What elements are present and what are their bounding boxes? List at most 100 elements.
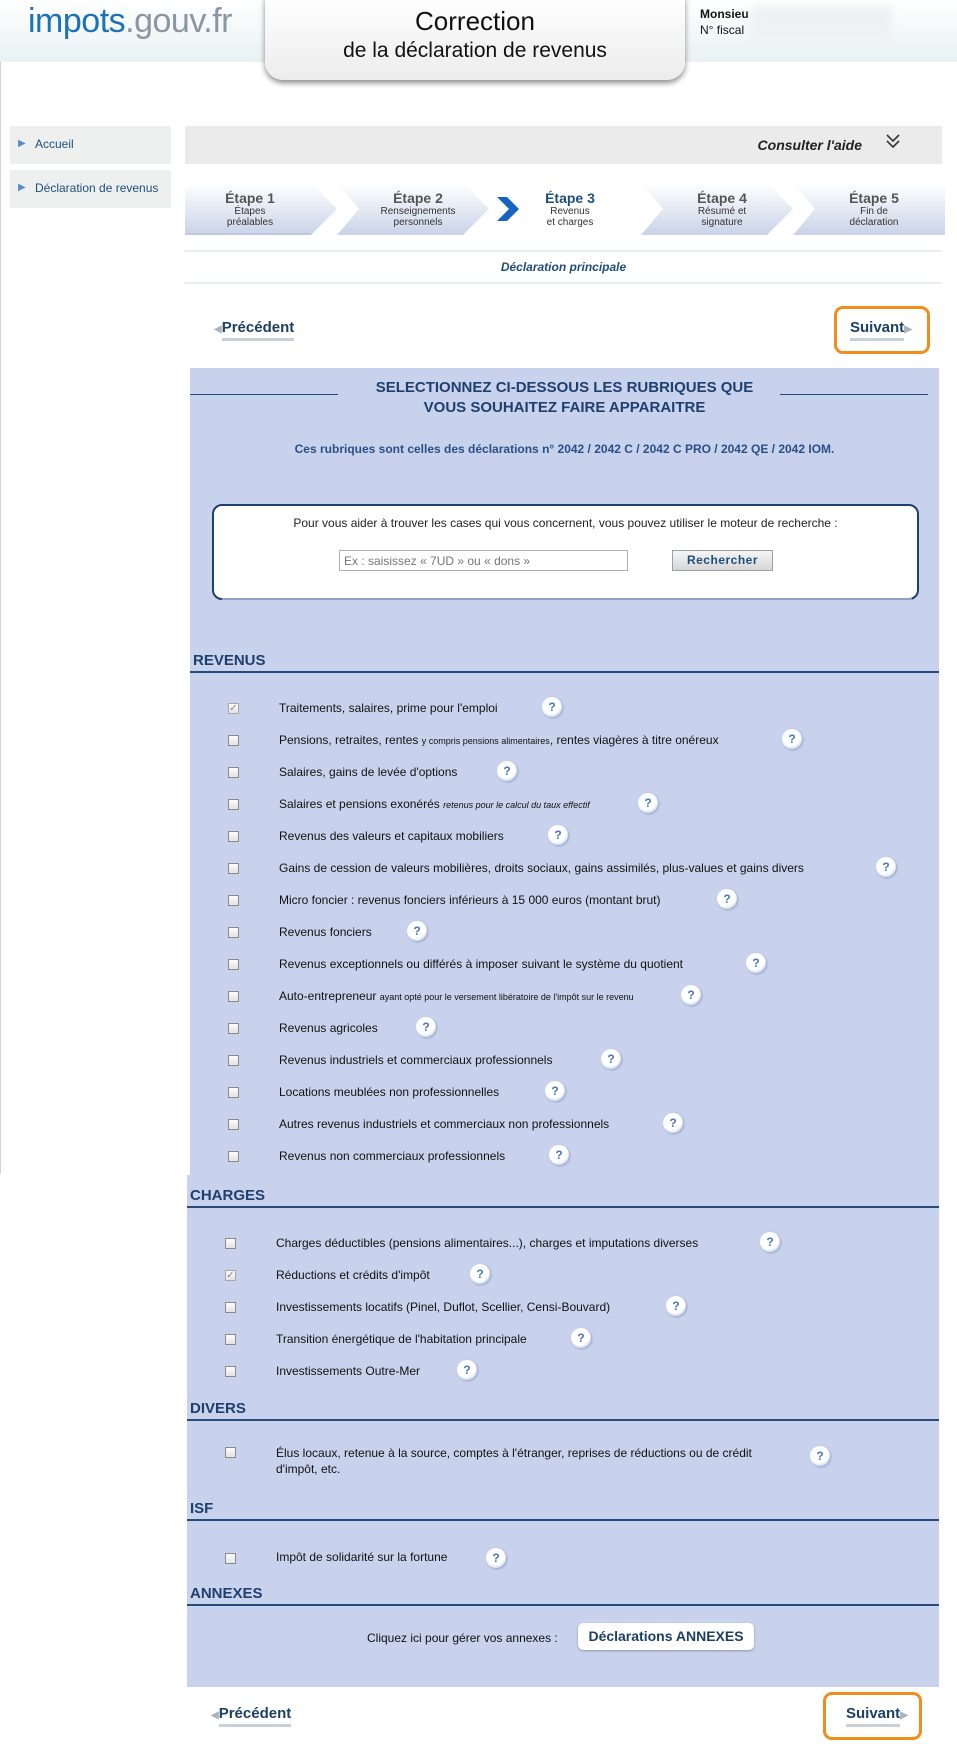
- rubriques-panel-lower: [187, 1175, 939, 1687]
- help-icon[interactable]: ?: [666, 1296, 686, 1316]
- help-icon[interactable]: ?: [497, 761, 517, 781]
- help-icon[interactable]: ?: [746, 953, 766, 973]
- option-checkbox[interactable]: [228, 1055, 239, 1066]
- step-label: préalables: [226, 217, 274, 228]
- option-checkbox[interactable]: [228, 991, 239, 1002]
- step-2: Étape 2 Renseignements personnels: [337, 183, 489, 235]
- help-icon[interactable]: ?: [549, 1145, 569, 1165]
- help-link[interactable]: Consulter l'aide: [758, 137, 862, 153]
- checkbox-divers-0[interactable]: [225, 1447, 236, 1458]
- option-label-text: Gains de cession de valeurs mobilières, …: [279, 861, 804, 875]
- help-icon[interactable]: ?: [876, 857, 896, 877]
- option-checkbox[interactable]: ✓: [225, 1270, 236, 1281]
- help-icon[interactable]: ?: [601, 1049, 621, 1069]
- option-label-text: Revenus industriels et commerciaux profe…: [279, 1053, 553, 1067]
- option-label-text: Autres revenus industriels et commerciau…: [279, 1117, 610, 1131]
- step-label: Étapes: [234, 206, 266, 217]
- option-checkbox[interactable]: [228, 767, 239, 778]
- checkbox-isf-0[interactable]: [225, 1553, 236, 1564]
- option-checkbox[interactable]: [228, 1087, 239, 1098]
- option-label-text: Revenus exceptionnels ou différés à impo…: [279, 957, 684, 971]
- sidebar-item-accueil[interactable]: ▶ Accueil: [10, 126, 171, 164]
- option-checkbox[interactable]: [228, 735, 239, 746]
- search-box: Pour vous aider à trouver les cases qui …: [212, 504, 919, 600]
- option-label-line: Élus locaux, retenue à la source, compte…: [276, 1446, 752, 1460]
- search-button[interactable]: Rechercher: [672, 550, 773, 571]
- option-checkbox[interactable]: [228, 799, 239, 810]
- help-icon[interactable]: ?: [542, 697, 562, 717]
- option-checkbox[interactable]: [225, 1366, 236, 1377]
- option-label-text: Charges déductibles (pensions alimentair…: [276, 1236, 699, 1250]
- user-name: Monsieu: [700, 7, 749, 21]
- option-label: Revenus non commerciaux professionnels: [279, 1149, 505, 1163]
- option-label-text: Investissements Outre-Mer: [276, 1364, 421, 1378]
- option-checkbox[interactable]: [228, 959, 239, 970]
- help-icon[interactable]: ?: [681, 985, 701, 1005]
- help-icon[interactable]: ?: [548, 825, 568, 845]
- logo-text: impots: [28, 2, 126, 40]
- step-4: Étape 4 Résumé et signature: [641, 183, 793, 235]
- sidebar-item-declaration[interactable]: ▶ Déclaration de revenus: [10, 170, 171, 208]
- help-icon[interactable]: ?: [638, 793, 658, 813]
- option-label-text: Revenus des valeurs et capitaux mobilier…: [279, 829, 504, 843]
- option-label-text: Transition énergétique de l'habitation p…: [276, 1332, 527, 1346]
- triangle-left-icon: ◀: [211, 1710, 219, 1721]
- help-icon[interactable]: ?: [717, 889, 737, 909]
- option-label-text: , rentes viagères à titre onéreux: [549, 733, 719, 747]
- triangle-right-icon: ▶: [904, 324, 912, 335]
- option-label: Pensions, retraites, rentes y compris pe…: [279, 733, 719, 747]
- help-icon[interactable]: ?: [760, 1232, 780, 1252]
- next-button[interactable]: Suivant▶: [850, 319, 912, 341]
- help-bar[interactable]: Consulter l'aide: [185, 126, 942, 164]
- step-label: personnels: [393, 217, 443, 228]
- option-label-text: Micro foncier : revenus fonciers inférie…: [279, 893, 661, 907]
- user-fiscal-number: N° fiscal: [700, 23, 745, 37]
- option-checkbox[interactable]: [228, 831, 239, 842]
- step-label: Fin de: [860, 206, 888, 217]
- option-checkbox[interactable]: [228, 927, 239, 938]
- double-chevron-down-icon[interactable]: [884, 132, 902, 155]
- option-checkbox[interactable]: [228, 895, 239, 906]
- option-label: Locations meublées non professionnelles: [279, 1085, 499, 1099]
- next-label: Suivant: [850, 319, 905, 341]
- option-checkbox[interactable]: [228, 1151, 239, 1162]
- option-label: Revenus fonciers: [279, 925, 372, 939]
- help-icon[interactable]: ?: [457, 1360, 477, 1380]
- section-title-annexes: ANNEXES: [190, 1585, 263, 1602]
- triangle-right-icon: ▶: [18, 138, 26, 149]
- help-icon[interactable]: ?: [470, 1264, 490, 1284]
- help-icon[interactable]: ?: [416, 1017, 436, 1037]
- sidebar-item-label: Accueil: [35, 137, 74, 151]
- next-label: Suivant: [846, 1705, 901, 1727]
- option-label-text: Revenus non commerciaux professionnels: [279, 1149, 506, 1163]
- previous-button[interactable]: ◀Précédent: [214, 319, 295, 341]
- site-logo[interactable]: impots.gouv.fr: [28, 2, 233, 41]
- help-icon[interactable]: ?: [663, 1113, 683, 1133]
- help-icon[interactable]: ?: [486, 1548, 506, 1568]
- option-label-text: Auto-entrepreneur: [279, 989, 377, 1003]
- help-icon[interactable]: ?: [782, 729, 802, 749]
- annexes-button[interactable]: Déclarations ANNEXES: [578, 1623, 754, 1650]
- option-checkbox[interactable]: [228, 1023, 239, 1034]
- section-rule: [187, 1519, 939, 1521]
- page-title: Correction: [415, 6, 535, 36]
- option-label: Revenus agricoles: [279, 1021, 378, 1035]
- search-input[interactable]: [339, 550, 628, 571]
- step-label: Revenus: [550, 206, 590, 217]
- section-title-isf: ISF: [190, 1500, 214, 1517]
- option-checkbox[interactable]: [228, 863, 239, 874]
- option-checkbox[interactable]: [225, 1334, 236, 1345]
- step-label: et charges: [546, 217, 594, 228]
- help-icon[interactable]: ?: [810, 1446, 830, 1466]
- help-icon[interactable]: ?: [571, 1328, 591, 1348]
- next-button-bottom[interactable]: Suivant▶: [846, 1705, 908, 1727]
- triangle-right-icon: ▶: [900, 1710, 908, 1721]
- option-label-text: Salaires, gains de levée d'options: [279, 765, 458, 779]
- help-icon[interactable]: ?: [407, 921, 427, 941]
- previous-button-bottom[interactable]: ◀Précédent: [211, 1705, 292, 1727]
- help-icon[interactable]: ?: [545, 1081, 565, 1101]
- option-checkbox[interactable]: ✓: [228, 703, 239, 714]
- option-checkbox[interactable]: [225, 1238, 236, 1249]
- option-checkbox[interactable]: [225, 1302, 236, 1313]
- option-checkbox[interactable]: [228, 1119, 239, 1130]
